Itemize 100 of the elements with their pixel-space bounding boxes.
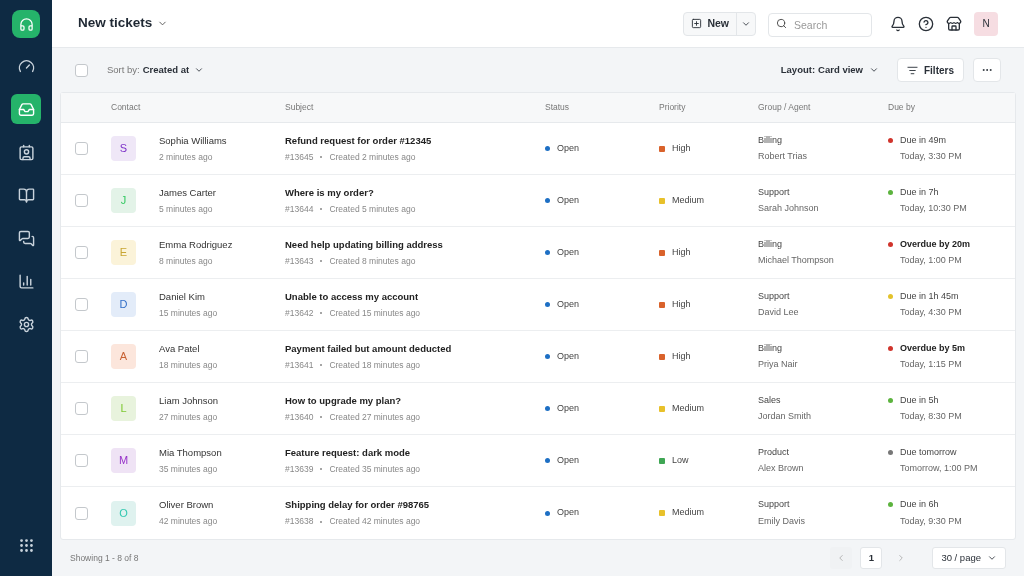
agent-name: David Lee: [758, 306, 800, 319]
notification-bell-icon[interactable]: [890, 15, 906, 32]
row-checkbox[interactable]: [75, 402, 88, 415]
ticket-created: Created 27 minutes ago: [329, 410, 421, 424]
due-label: Due in 5h: [900, 393, 939, 407]
row-checkbox[interactable]: [75, 454, 88, 467]
agent-name: Priya Nair: [758, 358, 799, 371]
group-name: Support: [758, 289, 791, 303]
new-button[interactable]: New: [684, 12, 736, 35]
app-logo-icon[interactable]: [12, 10, 40, 38]
contact-avatar: O: [111, 500, 136, 526]
ticket-id: #13642: [285, 306, 314, 320]
due-label: Due tomorrow: [900, 445, 957, 459]
due-time: Today, 1:00 PM: [900, 254, 963, 267]
caret-icon[interactable]: [869, 65, 879, 75]
filters-button[interactable]: Filters: [897, 58, 964, 82]
contact-avatar: L: [111, 396, 136, 421]
contact-avatar: E: [111, 240, 136, 265]
ticket-id: #13643: [285, 254, 314, 268]
status-label: Open: [557, 506, 580, 520]
row-checkbox[interactable]: [75, 350, 88, 363]
status-label: Open: [557, 401, 580, 415]
due-time: Today, 4:30 PM: [900, 306, 963, 319]
ticket-subject[interactable]: Need help updating billing address: [285, 237, 545, 252]
column-header: Status: [545, 101, 571, 114]
contact-time: 35 minutes ago: [159, 462, 219, 476]
group-name: Support: [758, 498, 791, 511]
layout-value[interactable]: Card view: [818, 62, 863, 78]
ticket-created: Created 35 minutes ago: [329, 462, 421, 476]
contact-time: 15 minutes ago: [159, 306, 219, 320]
ticket-created: Created 42 minutes ago: [329, 515, 421, 528]
ticket-subject[interactable]: Shipping delay for order #98765: [285, 498, 545, 513]
ticket-id: #13645: [285, 150, 314, 164]
contact-name[interactable]: Oliver Brown: [159, 498, 285, 513]
column-header: Priority: [659, 101, 687, 114]
caret-icon[interactable]: [194, 65, 205, 75]
priority-label: Low: [672, 453, 689, 467]
contact-time: 27 minutes ago: [159, 410, 219, 424]
due-label: Due in 7h: [900, 185, 939, 199]
sort-value[interactable]: Created at: [142, 62, 190, 78]
row-checkbox[interactable]: [75, 142, 88, 155]
row-checkbox[interactable]: [75, 63, 88, 77]
status-label: Open: [557, 141, 580, 155]
ticket-created: Created 5 minutes ago: [329, 202, 416, 216]
status-label: Open: [557, 453, 580, 467]
contact-name[interactable]: James Carter: [159, 185, 285, 200]
group-name: Support: [758, 185, 791, 199]
row-checkbox[interactable]: [75, 246, 88, 259]
ticket-created: Created 8 minutes ago: [329, 254, 416, 268]
due-label: Due in 6h: [900, 498, 939, 511]
ticket-created: Created 18 minutes ago: [329, 358, 421, 372]
contact-avatar: M: [111, 448, 136, 473]
contact-avatar: D: [111, 292, 136, 317]
ticket-subject[interactable]: Unable to access my account: [285, 289, 545, 304]
group-name: Billing: [758, 237, 783, 251]
caret-icon: [987, 553, 997, 563]
per-page-select[interactable]: 30 / page: [932, 547, 1006, 569]
column-header: Subject: [285, 101, 315, 114]
apps-grid-icon[interactable]: [17, 537, 35, 554]
ticket-subject[interactable]: How to upgrade my plan?: [285, 393, 545, 408]
group-name: Billing: [758, 133, 783, 147]
priority-label: High: [672, 141, 691, 155]
contact-name[interactable]: Sophia Williams: [159, 133, 285, 148]
ticket-subject[interactable]: Refund request for order #12345: [285, 133, 545, 148]
group-name: Billing: [758, 341, 783, 355]
page-title[interactable]: New tickets: [78, 13, 153, 34]
ticket-subject[interactable]: Payment failed but amount deducted: [285, 341, 545, 356]
agent-name: Michael Thompson: [758, 254, 835, 267]
layout-label[interactable]: Layout:: [780, 62, 816, 78]
column-header: Due by: [888, 101, 916, 114]
user-avatar[interactable]: N: [974, 11, 998, 36]
due-time: Today, 8:30 PM: [900, 410, 963, 423]
contact-name[interactable]: Emma Rodriguez: [159, 237, 285, 252]
group-name: Product: [758, 445, 791, 459]
store-icon[interactable]: [946, 15, 962, 32]
contact-time: 2 minutes ago: [159, 150, 214, 164]
sort-label[interactable]: Sort by:: [107, 62, 140, 78]
contact-name[interactable]: Ava Patel: [159, 341, 285, 356]
contact-time: 18 minutes ago: [159, 358, 219, 372]
priority-label: Medium: [672, 193, 704, 207]
row-checkbox[interactable]: [75, 194, 88, 207]
contact-name[interactable]: Mia Thompson: [159, 445, 285, 460]
contact-name[interactable]: Daniel Kim: [159, 289, 285, 304]
due-time: Today, 9:30 PM: [900, 514, 963, 528]
ticket-subject[interactable]: Where is my order?: [285, 185, 545, 200]
search-field[interactable]: Search: [768, 12, 872, 37]
inbox-icon[interactable]: [11, 94, 41, 124]
due-time: Today, 1:15 PM: [900, 358, 963, 371]
contact-name[interactable]: Liam Johnson: [159, 393, 285, 408]
contact-avatar: A: [111, 344, 136, 369]
row-checkbox[interactable]: [75, 506, 88, 520]
plus-square-icon: [691, 18, 703, 29]
search-icon: [776, 18, 787, 29]
ticket-subject[interactable]: Feature request: dark mode: [285, 445, 545, 460]
column-header: Group / Agent: [758, 101, 812, 114]
help-icon[interactable]: [918, 15, 934, 32]
due-label: Overdue by 5m: [900, 341, 966, 355]
row-checkbox[interactable]: [75, 298, 88, 311]
priority-label: High: [672, 349, 691, 363]
page-number-button[interactable]: 1: [860, 547, 883, 569]
